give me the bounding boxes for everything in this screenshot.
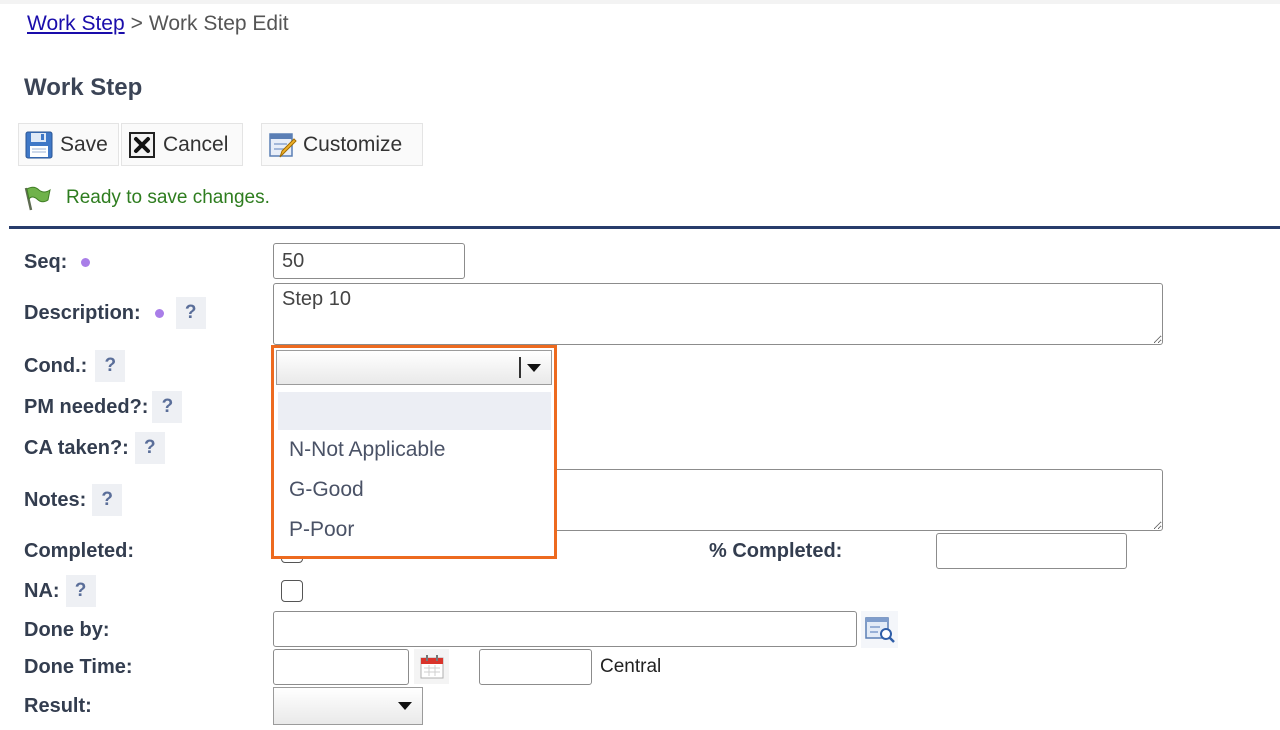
chevron-down-icon	[527, 363, 541, 372]
ca-taken-label-row: CA taken?: ?	[24, 432, 165, 464]
result-label: Result:	[24, 695, 92, 717]
cancel-label: Cancel	[163, 132, 229, 156]
na-label-row: NA: ?	[24, 575, 96, 607]
customize-pencil-icon	[267, 130, 297, 160]
na-label: NA:	[24, 579, 60, 602]
na-checkbox[interactable]	[281, 580, 303, 602]
pm-needed-label-row: PM needed?: ?	[24, 391, 183, 423]
done-by-input[interactable]	[273, 611, 857, 647]
cond-dropdown-highlight: N-Not Applicable G-Good P-Poor	[271, 345, 557, 559]
seq-label-row: Seq:	[24, 251, 91, 274]
breadcrumb: Work Step > Work Step Edit	[27, 12, 289, 36]
lookup-search-icon[interactable]	[861, 611, 898, 648]
notes-help-icon[interactable]: ?	[92, 484, 123, 516]
done-time-date-input[interactable]	[273, 649, 409, 685]
description-label: Description:	[24, 301, 141, 324]
chevron-down-icon	[398, 702, 412, 710]
top-strip	[0, 0, 1280, 4]
required-indicator	[154, 308, 164, 318]
breadcrumb-separator: >	[130, 12, 143, 35]
done-time-label: Done Time:	[24, 656, 133, 678]
ca-taken-label: CA taken?:	[24, 436, 129, 459]
description-help-icon[interactable]: ?	[175, 297, 206, 329]
done-time-label-row: Done Time:	[24, 656, 133, 679]
cond-select[interactable]	[276, 350, 552, 385]
select-divider	[519, 357, 521, 378]
na-help-icon[interactable]: ?	[65, 575, 96, 607]
cond-option-good[interactable]: G-Good	[278, 470, 551, 510]
done-by-label-row: Done by:	[24, 619, 110, 642]
status-message: Ready to save changes.	[22, 185, 270, 211]
breadcrumb-link-work-step[interactable]: Work Step	[27, 12, 125, 35]
cancel-button[interactable]: Cancel	[121, 123, 243, 166]
notes-label: Notes:	[24, 488, 87, 511]
completed-label: Completed:	[24, 540, 134, 562]
description-input[interactable]: Step 10	[273, 283, 1163, 345]
cond-options-list: N-Not Applicable G-Good P-Poor	[278, 392, 551, 550]
timezone-label: Central	[600, 656, 662, 677]
completed-label-row: Completed:	[24, 540, 134, 563]
cond-label: Cond.:	[24, 354, 88, 377]
customize-button[interactable]: Customize	[261, 123, 423, 166]
notes-label-row: Notes: ?	[24, 484, 123, 516]
pct-completed-input[interactable]	[936, 533, 1127, 569]
floppy-disk-icon	[24, 130, 54, 160]
description-label-row: Description: ?	[24, 297, 206, 329]
save-label: Save	[60, 132, 108, 156]
breadcrumb-current: Work Step Edit	[148, 12, 289, 35]
pm-needed-label: PM needed?:	[24, 395, 149, 418]
required-indicator	[81, 258, 91, 267]
calendar-icon[interactable]	[414, 649, 449, 684]
cond-option-poor[interactable]: P-Poor	[278, 510, 551, 550]
pm-needed-help-icon[interactable]: ?	[152, 391, 183, 423]
seq-label: Seq:	[24, 251, 68, 273]
result-label-row: Result:	[24, 695, 92, 718]
cond-help-icon[interactable]: ?	[95, 350, 126, 382]
customize-label: Customize	[303, 132, 403, 156]
pct-completed-label: % Completed:	[709, 540, 843, 562]
cond-label-row: Cond.: ?	[24, 350, 126, 382]
seq-input[interactable]	[273, 243, 465, 279]
done-time-time-input[interactable]	[479, 649, 592, 685]
page-title: Work Step	[24, 74, 143, 101]
cond-option-blank[interactable]	[278, 392, 551, 430]
close-icon	[127, 130, 157, 160]
header-divider	[9, 226, 1280, 229]
ca-taken-help-icon[interactable]: ?	[134, 432, 165, 464]
done-by-label: Done by:	[24, 619, 110, 641]
save-button[interactable]: Save	[18, 123, 119, 166]
green-flag-icon	[24, 186, 51, 211]
status-text: Ready to save changes.	[66, 187, 270, 208]
result-select[interactable]	[273, 687, 423, 725]
cond-option-not-applicable[interactable]: N-Not Applicable	[278, 430, 551, 470]
